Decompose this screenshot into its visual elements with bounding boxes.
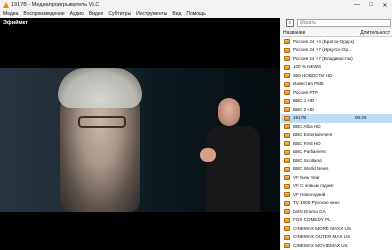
stream-icon bbox=[284, 90, 290, 95]
playlist-item-title: 1917B bbox=[293, 115, 307, 120]
playlist-item-title: BBC 1 HD bbox=[293, 98, 315, 103]
video-frame bbox=[0, 68, 280, 212]
stream-icon bbox=[284, 39, 290, 44]
playlist-item-title: VF New Year bbox=[293, 174, 320, 180]
minimize-icon[interactable]: — bbox=[350, 0, 364, 10]
menu-playback[interactable]: Воспроизведение bbox=[23, 10, 64, 18]
menu-tools[interactable]: Инструменты bbox=[136, 10, 167, 18]
playlist-item-title: BBC Parliament bbox=[293, 149, 326, 154]
stream-icon bbox=[284, 73, 290, 78]
playlist-item-title: VF С новым годом! bbox=[293, 183, 334, 188]
stream-icon bbox=[284, 200, 290, 206]
column-duration[interactable]: Длительност bbox=[360, 30, 390, 36]
playlist-item[interactable]: CINEMAX MOVIEMAX US bbox=[281, 241, 392, 250]
playlist-item-title: Россия 24 +4 (Братск-Ордск) bbox=[293, 38, 355, 44]
window-title: 1917B - Медиапроигрыватель VLC bbox=[11, 2, 100, 8]
title-bar: 1917B - Медиапроигрыватель VLC — □ ✕ bbox=[0, 0, 392, 10]
stream-icon bbox=[284, 243, 290, 248]
stream-icon bbox=[284, 183, 290, 189]
playlist-item-title: BBC Alba HD bbox=[293, 123, 321, 129]
playlist-item-title: VF Новогодний bbox=[293, 191, 326, 197]
stream-icon bbox=[284, 81, 290, 87]
menu-media[interactable]: Медиа bbox=[3, 10, 18, 18]
playlist-item-title: CINEMAX MOVIEMAX US bbox=[293, 242, 348, 248]
stream-icon bbox=[284, 124, 290, 129]
stream-icon bbox=[284, 158, 290, 163]
video-output[interactable]: Эфиймкт bbox=[0, 18, 280, 250]
playlist-item-title: CINEMAX OUTER MAX US bbox=[293, 234, 351, 239]
menu-subtitles[interactable]: Субтитры bbox=[108, 10, 131, 18]
playlist-item-title: TV 1000 Русское кино bbox=[293, 200, 340, 205]
playlist: Россия 24 +4 (Братск-Ордск) Россия 24 +7… bbox=[281, 37, 392, 250]
playlist-item-title: Россия 24 +7 (Иркутск-Ор... bbox=[293, 47, 352, 52]
stream-icon bbox=[284, 226, 290, 231]
vlc-cone-icon bbox=[3, 2, 9, 8]
maximize-icon[interactable]: □ bbox=[364, 0, 378, 10]
sign-interpreter-hand bbox=[200, 148, 216, 162]
stream-icon bbox=[284, 166, 290, 172]
column-title[interactable]: Название bbox=[283, 30, 305, 36]
stream-icon bbox=[284, 132, 290, 138]
close-icon[interactable]: ✕ bbox=[378, 0, 392, 10]
stream-icon bbox=[284, 149, 290, 155]
playlist-search-input[interactable] bbox=[297, 19, 391, 27]
playlist-item-title: BBC First HD bbox=[293, 140, 321, 146]
menu-view[interactable]: Вид bbox=[172, 10, 181, 18]
playlist-header: Название Длительност bbox=[281, 29, 392, 37]
channel-label: Эфиймкт bbox=[3, 20, 29, 26]
menu-audio[interactable]: Аудио bbox=[70, 10, 84, 18]
menu-video[interactable]: Видео bbox=[89, 10, 104, 18]
menu-help[interactable]: Помощь bbox=[186, 10, 205, 18]
playlist-item-title: BBC 2 HD bbox=[293, 106, 315, 112]
playlist-item-title: Известия РМЕ bbox=[293, 81, 324, 86]
stream-icon bbox=[284, 115, 290, 121]
playlist-item-title: BBC Entertainment bbox=[293, 132, 333, 137]
stream-icon bbox=[284, 192, 290, 197]
playlist-item-title: FOX COMEDY PL bbox=[293, 217, 331, 222]
elderly-man-hair bbox=[58, 68, 142, 108]
stream-icon bbox=[284, 98, 290, 104]
stream-icon bbox=[284, 217, 290, 223]
playlist-item-title: BBC Scotland bbox=[293, 157, 322, 163]
stream-icon bbox=[284, 175, 290, 180]
sign-interpreter-body bbox=[206, 126, 260, 212]
playlist-item-title: Россия 24 +7 (Владивосток) bbox=[293, 55, 353, 61]
stream-icon bbox=[284, 56, 290, 61]
glasses-shape bbox=[78, 116, 126, 128]
playlist-search-icon[interactable]: ⌕ bbox=[286, 19, 294, 27]
playlist-item-title: 360 НОВОСТИ HD bbox=[293, 72, 333, 78]
playlist-item-title: BBC World News bbox=[293, 166, 329, 171]
menu-bar: Медиа Воспроизведение Аудио Видео Субтит… bbox=[0, 10, 392, 18]
stream-icon bbox=[284, 47, 290, 53]
playlist-item-title: Россия РТР bbox=[293, 89, 319, 95]
stream-icon bbox=[284, 141, 290, 146]
playlist-item-title: CINEMAX MORE MAXX US bbox=[293, 225, 351, 231]
playlist-item-title: 100 % NEWS bbox=[293, 64, 322, 69]
stream-icon bbox=[284, 107, 290, 112]
playlist-item-duration: 00:25 bbox=[355, 115, 367, 120]
stream-icon bbox=[284, 64, 290, 70]
sign-interpreter-head bbox=[218, 98, 240, 126]
stream-icon bbox=[284, 209, 290, 214]
playlist-item-title: beIN Drama GA bbox=[293, 208, 326, 214]
stream-icon bbox=[284, 234, 290, 240]
